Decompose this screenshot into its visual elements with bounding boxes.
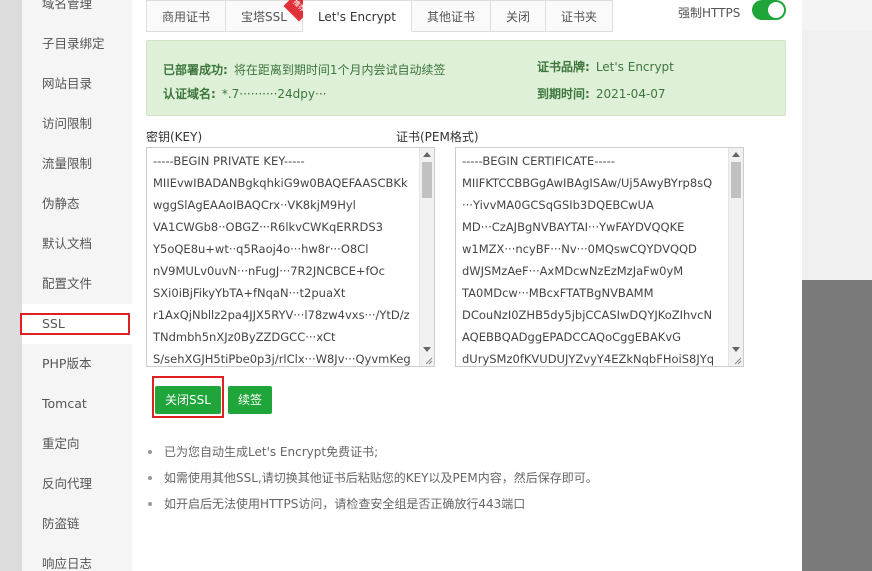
deploy-label: 已部署成功: <box>163 63 228 77</box>
cert-line: MIIFKTCCBBGgAwIBAgISAw/Uj5AwyBYrp8sQ <box>462 176 713 190</box>
resize-grip-icon[interactable] <box>732 355 742 365</box>
sidebar-item-tomcat[interactable]: Tomcat <box>22 384 132 424</box>
tab-lets-encrypt[interactable]: Let's Encrypt <box>302 0 413 32</box>
sidebar-item-redirect[interactable]: 重定向 <box>22 424 132 464</box>
key-label: 密钥(KEY) <box>146 130 203 144</box>
backdrop-right <box>802 0 872 571</box>
key-line: VA1CWGb8··OBGZ···R6lkvCWKqERRDS3 <box>153 220 383 234</box>
site-settings-dialog: 域名管理 子目录绑定 网站目录 访问限制 流量限制 伪静态 默认文档 配置文件 … <box>20 0 802 571</box>
list-item: 如开启后无法使用HTTPS访问，请检查安全组是否正确放行443端口 <box>146 496 598 522</box>
force-https-toggle[interactable] <box>752 0 786 20</box>
settings-sidebar: 域名管理 子目录绑定 网站目录 访问限制 流量限制 伪静态 默认文档 配置文件 … <box>20 0 132 571</box>
key-line: r1AxQjNbllz2pa4JJX5RYV···l78zw4vxs···/Yt… <box>153 308 410 322</box>
sidebar-item-access-limit[interactable]: 访问限制 <box>22 104 132 144</box>
key-line: wggSlAgEAAoIBAQCrx··VK8kjM9Hyl <box>153 198 356 212</box>
cert-line: dUrySMz0fKVUDUJYZvyY4EZkNqbFHoiS8JYq <box>462 352 715 366</box>
cert-line: DCouNzI0ZHB5dy5jbjCCASIwDQYJKoZIhvcN <box>462 308 713 322</box>
highlight-box <box>20 313 130 335</box>
sidebar-item-site-dir[interactable]: 网站目录 <box>22 64 132 104</box>
scroll-down-icon[interactable] <box>423 347 431 352</box>
brand-label: 证书品牌: <box>537 60 590 74</box>
sidebar-item-domain[interactable]: 域名管理 <box>22 0 132 24</box>
expire-value: 2021-04-07 <box>595 87 666 101</box>
sidebar-item-rewrite[interactable]: 伪静态 <box>22 184 132 224</box>
ssl-panel: 商用证书 宝塔SSL 推荐 Let's Encrypt 其他证书 关闭 证书夹 … <box>132 0 802 571</box>
domain-value: *.7··········24dpy··· <box>221 87 327 101</box>
cert-brand: 证书品牌: Let's Encrypt <box>537 58 674 75</box>
key-line: nV9MULv0uvN···nFugJ···7R2JNCBCE+fOc <box>153 264 385 278</box>
cert-line: dWJSMzAeF···AxMDcwNzEzMzJaFw0yM <box>462 264 684 278</box>
sidebar-item-proxy[interactable]: 反向代理 <box>22 464 132 504</box>
sidebar-item-config[interactable]: 配置文件 <box>22 264 132 304</box>
key-line: SXi0iBjFikyYbTA+fNqaN···t2puaXt <box>153 286 346 300</box>
cert-line: MD···CzAJBgNVBAYTAI···YwFAYDVQQKE <box>462 220 685 234</box>
sidebar-item-php[interactable]: PHP版本 <box>22 344 132 384</box>
cert-scrollbar[interactable] <box>728 148 743 366</box>
scroll-up-icon[interactable] <box>423 152 431 157</box>
cert-line: -----BEGIN CERTIFICATE----- <box>462 154 615 168</box>
renew-button[interactable]: 续签 <box>228 386 273 414</box>
tab-bt-ssl[interactable]: 宝塔SSL 推荐 <box>226 0 315 32</box>
close-ssl-button[interactable]: 关闭SSL <box>155 386 221 414</box>
cert-line: TA0MDcw···MBcxFTATBgNVBAMM <box>462 286 654 300</box>
tab-cert-folder[interactable]: 证书夹 <box>546 0 614 32</box>
sidebar-item-traffic-limit[interactable]: 流量限制 <box>22 144 132 184</box>
tab-other-cert[interactable]: 其他证书 <box>412 0 492 32</box>
deploy-value: 将在距离到期时间1个月内尝试自动续签 <box>233 63 446 77</box>
cert-label: 证书(PEM格式) <box>396 130 479 144</box>
cert-domain: 认证域名: *.7··········24dpy··· <box>163 85 326 102</box>
list-item: 如需使用其他SSL,请切换其他证书后粘贴您的KEY以及PEM内容，然后保存即可。 <box>146 470 598 496</box>
domain-label: 认证域名: <box>163 87 216 101</box>
key-line: -----BEGIN PRIVATE KEY----- <box>153 154 305 168</box>
cert-line: ···YivvMA0GCSqGSIb3DQEBCwUA <box>462 198 654 212</box>
scroll-down-icon[interactable] <box>732 347 740 352</box>
sidebar-item-subdir[interactable]: 子目录绑定 <box>22 24 132 64</box>
toggle-knob <box>768 2 784 18</box>
cert-line: w1MZX···ncyBF···Nv···0MQswCQYDVQQD <box>462 242 697 256</box>
sidebar-item-ssl[interactable]: SSL <box>20 304 132 344</box>
ssl-tabs: 商用证书 宝塔SSL 推荐 Let's Encrypt 其他证书 关闭 证书夹 <box>146 0 614 32</box>
key-line: TNdmbh5nXJz0ByZZDGCC···xCt <box>153 330 336 344</box>
cert-expire: 到期时间: 2021-04-07 <box>537 85 666 102</box>
brand-value: Let's Encrypt <box>595 60 674 74</box>
list-item: 已为您自动生成Let's Encrypt免费证书; <box>146 444 598 470</box>
expire-label: 到期时间: <box>537 87 590 101</box>
tab-close[interactable]: 关闭 <box>491 0 547 32</box>
cert-line: AQEBBQADggEPADCCAQoCggEBAKvG <box>462 330 682 344</box>
scroll-thumb[interactable] <box>731 162 741 198</box>
key-line: Y5oQE8u+wt··q5Raoj4o···hw8r···O8Cl <box>153 242 369 256</box>
backdrop-left <box>0 0 22 571</box>
key-line: MIIEvwIBADANBgkqhkiG9w0BAQEFAASCBKk <box>153 176 408 190</box>
scroll-up-icon[interactable] <box>732 152 740 157</box>
cert-info-box: 已部署成功: 将在距离到期时间1个月内尝试自动续签 认证域名: *.7·······… <box>146 40 786 116</box>
sidebar-item-hotlink[interactable]: 防盗链 <box>22 504 132 544</box>
certificate-textarea[interactable]: -----BEGIN CERTIFICATE----- MIIFKTCCBBGg… <box>455 147 744 367</box>
tab-commercial[interactable]: 商用证书 <box>146 0 227 32</box>
deploy-status: 已部署成功: 将在距离到期时间1个月内尝试自动续签 <box>163 61 445 78</box>
key-line: S/sehXGJH5tiPbe0p3j/rlClx···W8Jv···QyvmK… <box>153 352 411 366</box>
scroll-thumb[interactable] <box>422 162 432 198</box>
tab-label: 宝塔SSL <box>241 10 287 24</box>
sidebar-item-default-doc[interactable]: 默认文档 <box>22 224 132 264</box>
resize-grip-icon[interactable] <box>423 355 433 365</box>
force-https-label: 强制HTTPS <box>678 6 741 20</box>
key-scrollbar[interactable] <box>419 148 434 366</box>
sidebar-item-logs[interactable]: 响应日志 <box>22 544 132 571</box>
ssl-notes: 已为您自动生成Let's Encrypt免费证书; 如需使用其他SSL,请切换其… <box>146 444 598 522</box>
private-key-textarea[interactable]: -----BEGIN PRIVATE KEY----- MIIEvwIBADAN… <box>146 147 435 367</box>
